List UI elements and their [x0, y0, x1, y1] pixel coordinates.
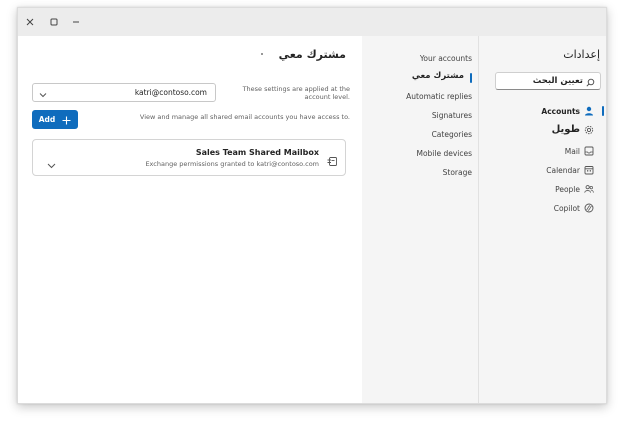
settings-search-input[interactable]: تعيين البحث [495, 72, 601, 90]
gear-icon [584, 125, 594, 135]
title-bar [18, 8, 606, 36]
minimize-icon [72, 18, 80, 26]
active-category-indicator [602, 106, 604, 116]
chevron-down-icon [39, 83, 47, 102]
account-dropdown[interactable]: katri@contoso.com [32, 83, 216, 102]
account-level-note: These settings are applied at the accoun… [242, 85, 350, 101]
shared-mailbox-card[interactable]: Sales Team Shared Mailbox Exchange permi… [32, 139, 346, 176]
window-content: مشترك معي katri@contoso.com These settin… [18, 36, 606, 403]
settings-sidebar: إعدادات تعيين البحث Accounts طويل Mail C… [479, 36, 606, 403]
category-copilot[interactable]: Copilot [554, 203, 594, 213]
maximize-button[interactable] [47, 15, 61, 29]
nav-your-accounts[interactable]: Your accounts [420, 54, 472, 63]
copilot-icon [584, 203, 594, 213]
nav-categories[interactable]: Categories [432, 130, 472, 139]
category-calendar[interactable]: Calendar [546, 165, 594, 175]
minimize-button[interactable] [69, 15, 83, 29]
search-input-value: تعيين البحث [532, 76, 583, 86]
settings-title: إعدادات [563, 48, 600, 61]
add-button[interactable]: Add [32, 110, 78, 129]
shared-accounts-description: View and manage all shared email account… [139, 113, 350, 121]
plus-icon [62, 110, 71, 129]
page-title: مشترك معي [278, 48, 346, 61]
settings-window: مشترك معي katri@contoso.com These settin… [17, 7, 607, 404]
category-label: طويل [551, 124, 580, 135]
category-people[interactable]: People [555, 184, 594, 194]
person-icon [584, 106, 594, 116]
category-mail[interactable]: Mail [565, 146, 594, 156]
active-nav-indicator [470, 73, 472, 83]
search-icon [586, 72, 595, 91]
close-button[interactable] [23, 15, 37, 29]
nav-automatic-replies[interactable]: Automatic replies [406, 92, 472, 101]
category-general[interactable]: طويل [552, 124, 594, 135]
nav-mobile-devices[interactable]: Mobile devices [416, 149, 472, 158]
category-accounts[interactable]: Accounts [541, 106, 594, 116]
main-panel: مشترك معي katri@contoso.com These settin… [18, 36, 362, 403]
accounts-subnav: Your accounts مشترك معي Automatic replie… [362, 36, 478, 403]
mailbox-permissions: Exchange permissions granted to katri@co… [145, 160, 319, 168]
category-label: Calendar [546, 165, 580, 175]
mailbox-name: Sales Team Shared Mailbox [195, 148, 319, 157]
category-label: People [555, 184, 580, 194]
chevron-down-icon[interactable] [47, 154, 56, 173]
account-dropdown-value: katri@contoso.com [134, 88, 207, 97]
calendar-icon [584, 165, 594, 175]
mail-icon [584, 146, 594, 156]
nav-storage[interactable]: Storage [443, 168, 472, 177]
maximize-icon [50, 18, 58, 26]
stray-dot [261, 53, 263, 55]
add-button-label: Add [38, 115, 56, 124]
people-icon [584, 184, 594, 194]
category-label: Copilot [553, 203, 580, 213]
shared-mailbox-icon [327, 152, 338, 171]
nav-shared-with-me[interactable]: مشترك معي [412, 71, 464, 81]
nav-signatures[interactable]: Signatures [432, 111, 472, 120]
category-label: Accounts [541, 106, 580, 116]
close-icon [26, 18, 34, 26]
category-label: Mail [564, 146, 580, 156]
